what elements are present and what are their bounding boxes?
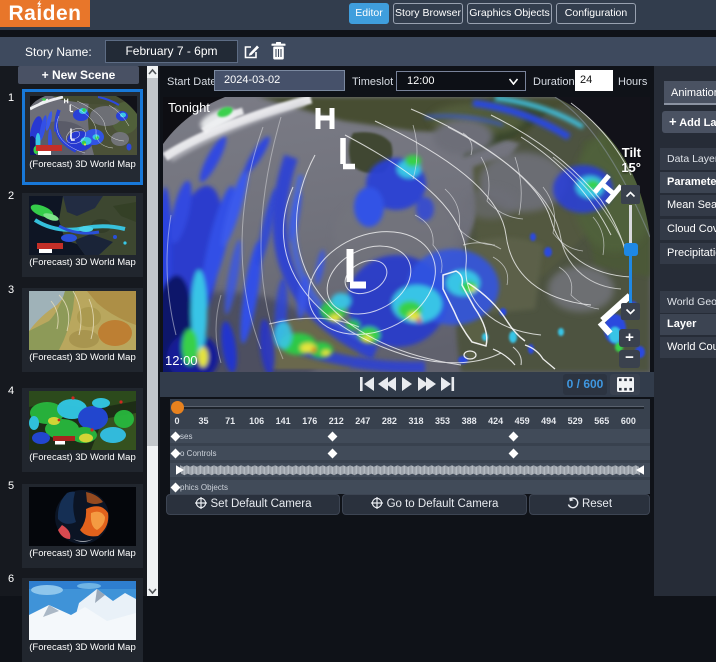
svg-text:Tonight: Tonight: [168, 100, 210, 115]
svg-text:12:00: 12:00: [165, 353, 198, 368]
